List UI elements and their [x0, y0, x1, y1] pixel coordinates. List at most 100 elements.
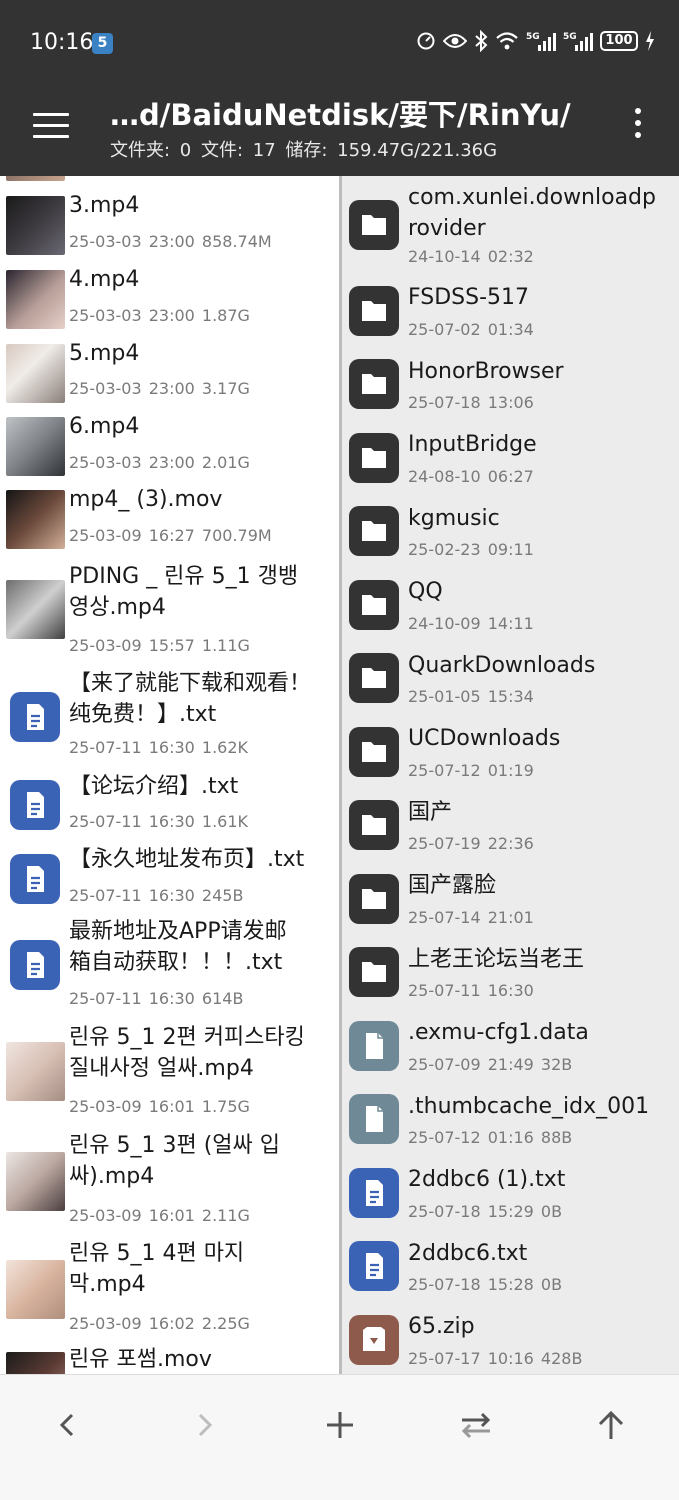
current-path[interactable]: …d/BaiduNetdisk/要下/RinYu/	[110, 92, 571, 134]
file-row[interactable]: 最新地址及APP请发邮 箱自动获取！！！.txt 25-07-11 16:30 6…	[0, 176, 339, 1374]
carrier-badge: 5	[92, 33, 113, 54]
file-name: PDING _ 린유 5_1 갱뱅 영상.mp4	[69, 564, 299, 620]
folder-icon	[349, 653, 399, 703]
forward-button[interactable]	[184, 1405, 224, 1445]
video-thumbnail	[6, 196, 65, 255]
file-meta: 25-03-03 23:00 2.01G	[69, 453, 250, 472]
file-meta: 25-07-11 16:30 1.61K	[69, 812, 249, 831]
video-thumbnail	[6, 1260, 65, 1319]
folder-row[interactable]: FSDSS-517 25-07-02 01:34	[342, 176, 679, 1374]
folder-row[interactable]: InputBridge 24-08-10 06:27	[342, 176, 679, 1374]
swap-icon	[461, 1412, 491, 1439]
file-meta: 25-03-09 16:27 700.79M	[69, 526, 272, 545]
folder-row[interactable]: 上老王论坛当老王 25-07-11 16:30	[342, 176, 679, 1374]
file-row[interactable]: 린유 5_1 2편 커피스타킹 질내사정 얼싸.mp4 25-03-09 16:0…	[0, 176, 339, 1374]
folder-row[interactable]: UCDownloads 25-07-12 01:19	[342, 176, 679, 1374]
file-meta: 25-01-05 15:34	[408, 687, 534, 706]
file-name: 린유 5_1 2편 커피스타킹 질내사정 얼싸.mp4	[69, 1025, 305, 1081]
text-file-icon	[349, 1241, 399, 1291]
bottom-toolbar	[0, 1374, 679, 1500]
file-name: QQ	[408, 579, 443, 604]
file-meta: 25-07-18 13:06	[408, 393, 534, 412]
eye-icon	[443, 34, 467, 48]
file-meta: 24-10-14 02:32	[408, 247, 534, 266]
file-meta: 24-08-10 06:27	[408, 467, 534, 486]
file-meta: 24-10-09 14:11	[408, 614, 534, 633]
file-row[interactable]: 2ddbc6 (1).txt 25-07-18 15:29 0B	[342, 176, 679, 1374]
battery-indicator: 100	[600, 31, 638, 51]
file-name: FSDSS-517	[408, 285, 530, 310]
folder-row[interactable]: QuarkDownloads 25-01-05 15:34	[342, 176, 679, 1374]
file-name: 6.mp4	[69, 414, 140, 439]
file-row[interactable]: .thumbcache_idx_001 25-07-12 01:16 88B	[342, 176, 679, 1374]
status-time: 10:16	[30, 30, 94, 55]
file-row[interactable]: 2ddbc6.txt 25-07-18 15:28 0B	[342, 176, 679, 1374]
file-name: 【来了就能下载和观看！ 纯免费！】.txt	[69, 671, 312, 727]
back-button[interactable]	[48, 1405, 88, 1445]
file-meta: 25-03-09 16:01 1.75G	[69, 1097, 250, 1116]
file-row[interactable]: 3.mp4 25-03-03 23:00 858.74M	[0, 176, 339, 1374]
folder-icon	[349, 433, 399, 483]
folder-row[interactable]: QQ 24-10-09 14:11	[342, 176, 679, 1374]
file-row[interactable]: 65.zip 25-07-17 10:16 428B	[342, 176, 679, 1374]
folder-row[interactable]: 国产露脸 25-07-14 21:01	[342, 176, 679, 1374]
folder-icon	[349, 359, 399, 409]
generic-file-icon	[349, 1021, 399, 1071]
up-button[interactable]	[591, 1405, 631, 1445]
folder-icon	[349, 200, 399, 250]
speed-icon	[417, 32, 435, 50]
file-row[interactable]: 린유 5_1 3편 (얼싸 입 싸).mp4 25-03-09 16:01 2.1…	[0, 176, 339, 1374]
left-file-pane[interactable]: 3.mp4 25-03-03 23:00 858.74M 4.mp4 25-03-03…	[0, 176, 339, 1374]
menu-button[interactable]	[33, 113, 69, 139]
file-row[interactable]: 린유 5_1 4편 마지 막.mp4 25-03-09 16:02 2.25G	[0, 176, 339, 1374]
file-name: 2ddbc6 (1).txt	[408, 1167, 566, 1192]
file-row[interactable]: 【论坛介绍】.txt 25-07-11 16:30 1.61K	[0, 176, 339, 1374]
file-row[interactable]: 린유 포썸.mov	[0, 176, 339, 1374]
file-name: 国产露脸	[408, 873, 497, 898]
signal-5g-icon: 5G	[526, 32, 556, 51]
right-file-pane[interactable]: com.xunlei.downloadp rovider 24-10-14 02:…	[342, 176, 679, 1374]
folder-row[interactable]: kgmusic 25-02-23 09:11	[342, 176, 679, 1374]
more-options-button[interactable]	[633, 108, 643, 142]
folder-row[interactable]: 国产 25-07-19 22:36	[342, 176, 679, 1374]
file-name: 65.zip	[408, 1314, 475, 1339]
file-name: 2ddbc6.txt	[408, 1241, 528, 1266]
folder-row[interactable]: com.xunlei.downloadp rovider 24-10-14 02:…	[342, 176, 679, 1374]
file-row[interactable]: mp4_ (3).mov 25-03-09 16:27 700.79M	[0, 176, 339, 1374]
video-thumbnail	[6, 1042, 65, 1101]
folder-icon	[349, 580, 399, 630]
swap-panes-button[interactable]	[456, 1405, 496, 1445]
file-meta: 25-03-03 23:00 3.17G	[69, 379, 250, 398]
file-name: UCDownloads	[408, 726, 561, 751]
file-name: com.xunlei.downloadp rovider	[408, 185, 656, 241]
file-row[interactable]: .exmu-cfg1.data 25-07-09 21:49 32B	[342, 176, 679, 1374]
more-vert-icon	[635, 108, 641, 114]
file-meta: 25-03-09 16:01 2.11G	[69, 1206, 250, 1225]
generic-file-icon	[349, 1094, 399, 1144]
file-meta: 25-07-11 16:30 614B	[69, 989, 244, 1008]
file-name: .thumbcache_idx_001	[408, 1094, 650, 1119]
file-meta: 25-03-09 16:02 2.25G	[69, 1314, 250, 1333]
folder-icon	[349, 506, 399, 556]
file-row[interactable]: 5.mp4 25-03-03 23:00 3.17G	[0, 176, 339, 1374]
file-name: 5.mp4	[69, 341, 140, 366]
file-name: HonorBrowser	[408, 359, 564, 384]
file-meta: 25-07-14 21:01	[408, 908, 534, 927]
file-name: 【永久地址发布页】.txt	[69, 847, 305, 872]
file-meta: 25-07-17 10:16 428B	[408, 1349, 583, 1368]
charging-icon	[646, 31, 654, 51]
video-thumbnail	[6, 270, 65, 329]
file-name: 린유 포썸.mov	[69, 1347, 212, 1372]
archive-icon	[349, 1315, 399, 1365]
folder-row[interactable]: HonorBrowser 25-07-18 13:06	[342, 176, 679, 1374]
file-row[interactable]: 4.mp4 25-03-03 23:00 1.87G	[0, 176, 339, 1374]
add-button[interactable]	[320, 1405, 360, 1445]
file-row[interactable]: 【来了就能下载和观看！ 纯免费！】.txt 25-07-11 16:30 1.62…	[0, 176, 339, 1374]
file-row[interactable]: 【永久地址发布页】.txt 25-07-11 16:30 245B	[0, 176, 339, 1374]
app-header: 10:16 5 5G 5G 100 …d/BaiduNetdisk/要下/Rin…	[0, 0, 679, 176]
file-row[interactable]: PDING _ 린유 5_1 갱뱅 영상.mp4 25-03-09 15:57 1…	[0, 176, 339, 1374]
text-file-icon	[349, 1168, 399, 1218]
add-icon	[327, 1412, 353, 1438]
video-thumbnail	[6, 580, 65, 639]
file-row[interactable]: 6.mp4 25-03-03 23:00 2.01G	[0, 176, 339, 1374]
